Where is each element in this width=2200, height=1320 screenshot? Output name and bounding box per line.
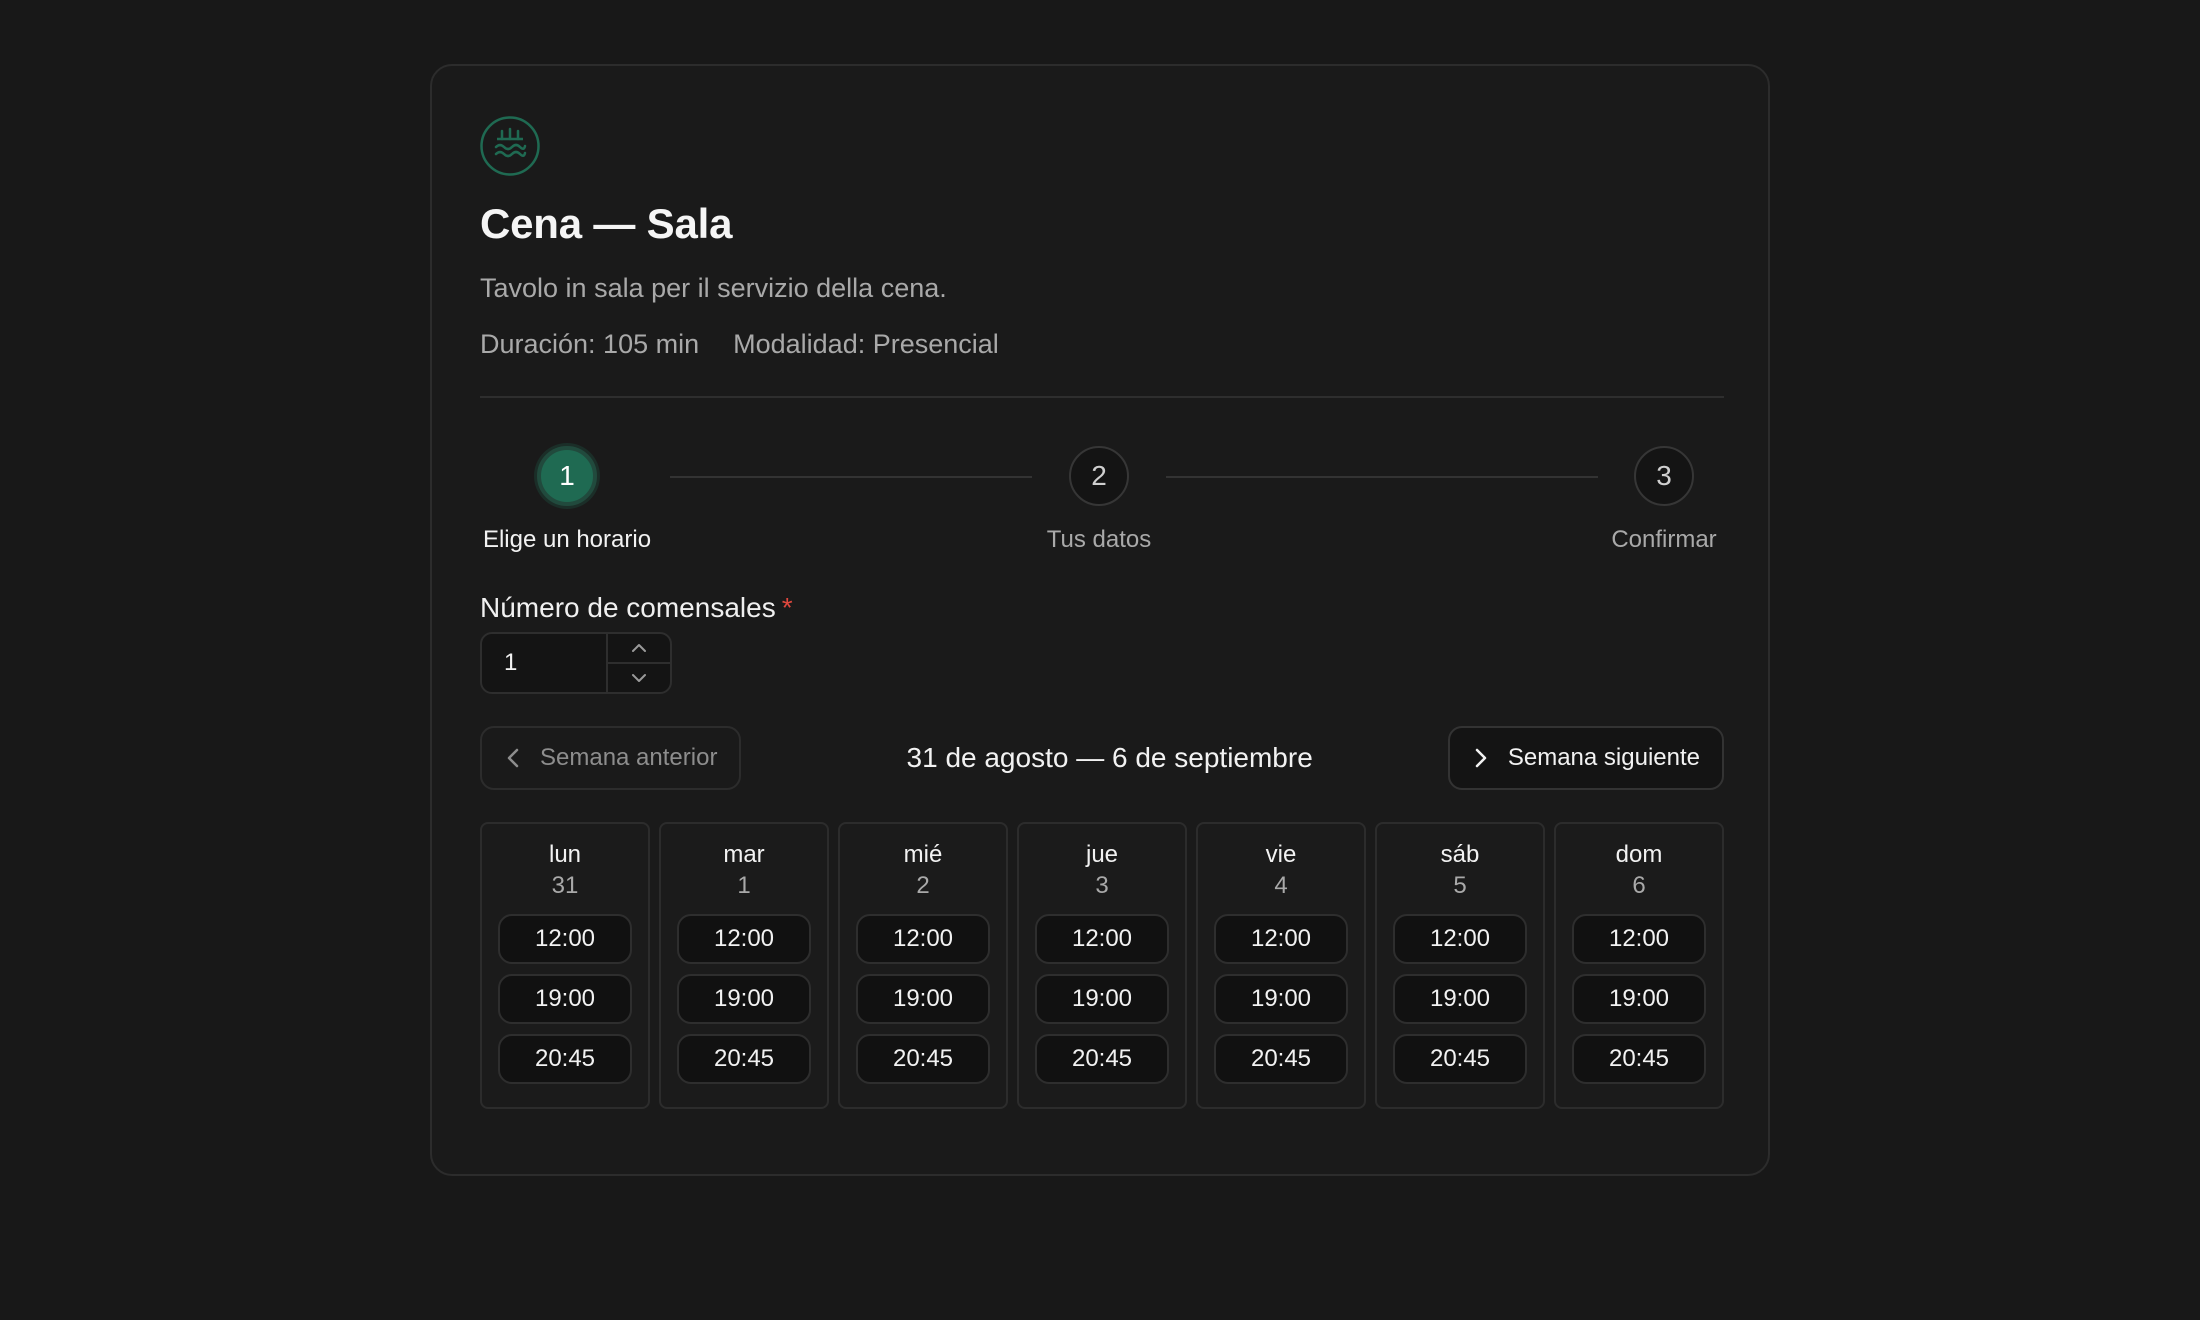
time-slot-button[interactable]: 19:00 [1214, 974, 1348, 1024]
guests-input[interactable]: 1 [482, 634, 606, 692]
time-slots: 12:00 19:00 20:45 [498, 914, 632, 1084]
day-name: jue [1085, 841, 1119, 868]
day-name: dom [1615, 841, 1663, 868]
step-1[interactable]: 1 Elige un horario [480, 446, 654, 554]
step-3[interactable]: 3 Confirmar [1604, 446, 1724, 554]
time-slot-button[interactable]: 12:00 [1214, 914, 1348, 964]
time-slot-button[interactable]: 12:00 [1393, 914, 1527, 964]
day-column-mie: mié 2 12:00 19:00 20:45 [838, 822, 1008, 1109]
time-slot-button[interactable]: 20:45 [856, 1034, 990, 1084]
next-week-label: Semana siguiente [1507, 744, 1700, 771]
day-name: mié [903, 841, 943, 868]
day-column-sab: sáb 5 12:00 19:00 20:45 [1375, 822, 1545, 1109]
service-meta: Duración: 105 min Modalidad: Presencial [480, 326, 1724, 362]
week-calendar: lun 31 12:00 19:00 20:45 mar 1 12:00 19:… [480, 822, 1724, 1109]
time-slot-button[interactable]: 20:45 [1393, 1034, 1527, 1084]
step-2[interactable]: 2 Tus datos [1039, 446, 1159, 554]
guests-stepper-arrows [606, 634, 670, 692]
step-connector [670, 476, 1032, 478]
step-label: Elige un horario [482, 526, 652, 553]
service-modality: Modalidad: Presencial [733, 329, 999, 359]
step-label: Tus datos [1046, 526, 1152, 553]
next-week-button[interactable]: Semana siguiente [1447, 726, 1724, 790]
time-slot-button[interactable]: 19:00 [856, 974, 990, 1024]
time-slot-button[interactable]: 19:00 [498, 974, 632, 1024]
day-number: 1 [737, 872, 751, 899]
booking-stepper: 1 Elige un horario 2 Tus datos 3 Confirm… [480, 398, 1724, 553]
chevron-left-icon [507, 748, 519, 768]
increment-button[interactable] [608, 634, 670, 662]
time-slots: 12:00 19:00 20:45 [856, 914, 990, 1084]
step-number: 2 [1069, 446, 1129, 506]
guests-label: Número de comensales * [480, 592, 1724, 624]
day-number: 3 [1095, 872, 1109, 899]
time-slot-button[interactable]: 12:00 [856, 914, 990, 964]
time-slot-button[interactable]: 20:45 [1035, 1034, 1169, 1084]
day-name: mar [723, 841, 765, 868]
time-slots: 12:00 19:00 20:45 [677, 914, 811, 1084]
day-column-jue: jue 3 12:00 19:00 20:45 [1017, 822, 1187, 1109]
time-slots: 12:00 19:00 20:45 [1572, 914, 1706, 1084]
time-slot-button[interactable]: 12:00 [498, 914, 632, 964]
day-name: lun [548, 841, 582, 868]
week-range: 31 de agosto — 6 de septiembre [906, 742, 1313, 773]
day-number: 5 [1453, 872, 1467, 899]
chevron-down-icon [632, 674, 646, 682]
previous-week-button[interactable]: Semana anterior [480, 726, 742, 790]
time-slots: 12:00 19:00 20:45 [1214, 914, 1348, 1084]
service-description: Tavolo in sala per il servizio della cen… [480, 273, 947, 303]
time-slots: 12:00 19:00 20:45 [1393, 914, 1527, 1084]
step-number: 3 [1634, 446, 1694, 506]
previous-week-label: Semana anterior [540, 744, 718, 771]
time-slot-button[interactable]: 20:45 [498, 1034, 632, 1084]
day-name: sáb [1440, 841, 1480, 868]
day-column-vie: vie 4 12:00 19:00 20:45 [1196, 822, 1366, 1109]
time-slot-button[interactable]: 20:45 [1572, 1034, 1706, 1084]
day-number: 6 [1632, 872, 1646, 899]
service-title: Cena — Sala [480, 200, 733, 247]
time-slot-button[interactable]: 19:00 [1572, 974, 1706, 1024]
guests-label-text: Número de comensales [480, 592, 776, 623]
chevron-right-icon [1475, 748, 1487, 768]
time-slot-button[interactable]: 12:00 [1572, 914, 1706, 964]
day-number: 31 [551, 872, 579, 899]
time-slot-button[interactable]: 12:00 [677, 914, 811, 964]
time-slot-button[interactable]: 19:00 [1393, 974, 1527, 1024]
time-slot-button[interactable]: 20:45 [677, 1034, 811, 1084]
service-duration: Duración: 105 min [480, 329, 700, 359]
time-slot-button[interactable]: 19:00 [1035, 974, 1169, 1024]
decrement-button[interactable] [608, 662, 670, 692]
step-label: Confirmar [1611, 526, 1717, 553]
required-mark: * [781, 592, 793, 623]
day-number: 4 [1274, 872, 1288, 899]
guests-stepper[interactable]: 1 [480, 632, 672, 694]
booking-card: Cena — Sala Tavolo in sala per il serviz… [430, 64, 1770, 1176]
week-navigation: Semana anterior 31 de agosto — 6 de sept… [480, 726, 1724, 790]
day-name: vie [1265, 841, 1297, 868]
restaurant-logo-icon [480, 116, 540, 176]
chevron-up-icon [632, 644, 646, 652]
day-column-mar: mar 1 12:00 19:00 20:45 [659, 822, 829, 1109]
step-number: 1 [537, 446, 597, 506]
day-column-lun: lun 31 12:00 19:00 20:45 [480, 822, 650, 1109]
time-slots: 12:00 19:00 20:45 [1035, 914, 1169, 1084]
time-slot-button[interactable]: 20:45 [1214, 1034, 1348, 1084]
step-connector [1166, 476, 1598, 478]
day-column-dom: dom 6 12:00 19:00 20:45 [1554, 822, 1724, 1109]
time-slot-button[interactable]: 12:00 [1035, 914, 1169, 964]
day-number: 2 [916, 872, 930, 899]
booking-card-content: Cena — Sala Tavolo in sala per il serviz… [480, 116, 1724, 1109]
time-slot-button[interactable]: 19:00 [677, 974, 811, 1024]
